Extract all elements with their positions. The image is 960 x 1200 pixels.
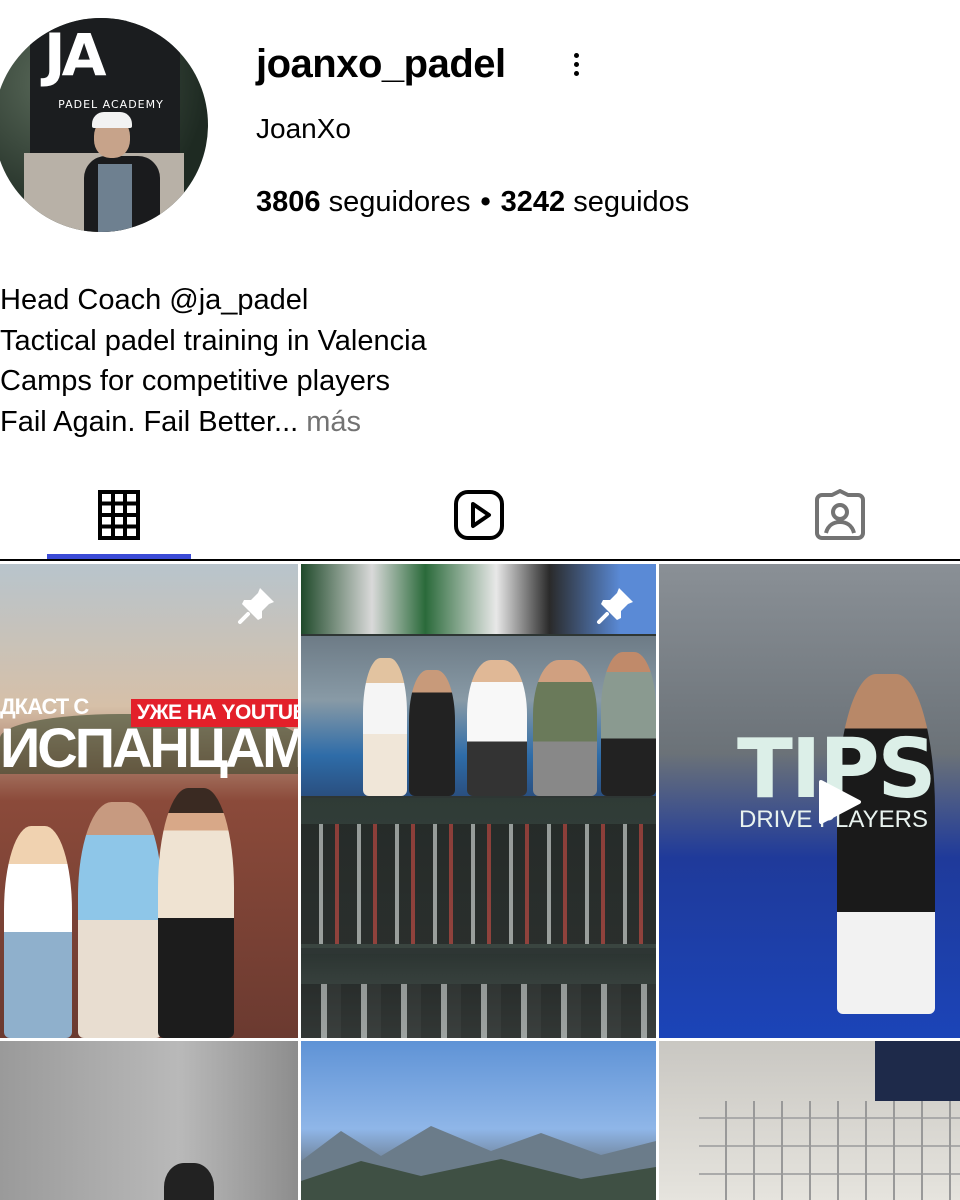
avatar-person-cap [92, 112, 132, 128]
post-person [363, 658, 407, 796]
following-link[interactable]: 3242 seguidos [501, 186, 690, 218]
post-person [409, 670, 455, 796]
profile-avatar[interactable]: JA PADEL ACADEMY [0, 18, 208, 232]
post-person [601, 652, 656, 796]
following-label: seguidos [573, 186, 690, 218]
bio-more-link[interactable]: más [306, 406, 361, 438]
bio-line: Fail Again. Fail Better... [0, 405, 299, 438]
post-person [4, 826, 72, 1038]
reels-icon [454, 490, 504, 540]
play-icon [819, 780, 861, 824]
profile-username: joanxo_padel [256, 42, 506, 86]
bio-line-last: Fail Again. Fail Better... más [0, 402, 427, 443]
post-tile[interactable] [301, 1041, 656, 1200]
tab-tagged[interactable] [768, 470, 912, 560]
profile-bio: Head Coach @ja_padel Tactical padel trai… [0, 280, 427, 442]
post-overlay-text: ДКАСТ С [0, 694, 89, 719]
post-collage-panel [301, 824, 656, 944]
post-court-net [699, 1101, 960, 1200]
pinned-icon [238, 588, 274, 624]
tab-posts-grid[interactable] [47, 470, 191, 560]
tabs-divider [0, 559, 960, 561]
post-tile[interactable]: ДКАСТ С УЖЕ НА YOUTUBE ИСПАНЦАМИ [0, 564, 298, 1038]
post-tile[interactable] [301, 564, 656, 1038]
avatar-person-shirt [98, 164, 132, 232]
stats-separator: • [480, 186, 491, 218]
tab-reels[interactable] [407, 470, 551, 560]
post-mountains [301, 1126, 656, 1200]
post-person [533, 660, 597, 796]
post-overlay-title: ИСПАНЦАМИ [0, 718, 298, 778]
tagged-icon [815, 489, 865, 540]
grid-icon [98, 490, 140, 540]
followers-link[interactable]: 3806 seguidores [256, 186, 470, 218]
profile-stats: 3806 seguidores • 3242 seguidos [256, 184, 689, 220]
following-count: 3242 [500, 186, 566, 218]
pinned-icon [597, 588, 633, 624]
avatar-banner-text: PADEL ACADEMY [58, 98, 164, 111]
bio-line: Head Coach @ja_padel [0, 284, 309, 316]
post-collage-panel [301, 984, 656, 1038]
bio-line: Camps for competitive players [0, 365, 391, 397]
post-person [467, 660, 527, 796]
post-court-wall [875, 1041, 960, 1101]
post-tile[interactable] [0, 1041, 298, 1200]
followers-label: seguidores [328, 186, 471, 218]
profile-display-name: JoanXo [256, 113, 351, 144]
bio-line: Tactical padel training in Valencia [0, 324, 427, 357]
followers-count: 3806 [256, 186, 321, 218]
post-tile[interactable] [659, 1041, 960, 1200]
more-options-icon[interactable] [566, 50, 586, 80]
post-person [78, 802, 162, 1038]
profile-tabs [0, 470, 960, 562]
avatar-banner-logo: JA [44, 21, 106, 89]
post-person [164, 1163, 214, 1200]
post-tile[interactable]: TIPS DRIVE PLAYERS [659, 564, 960, 1038]
post-person [158, 788, 234, 1038]
